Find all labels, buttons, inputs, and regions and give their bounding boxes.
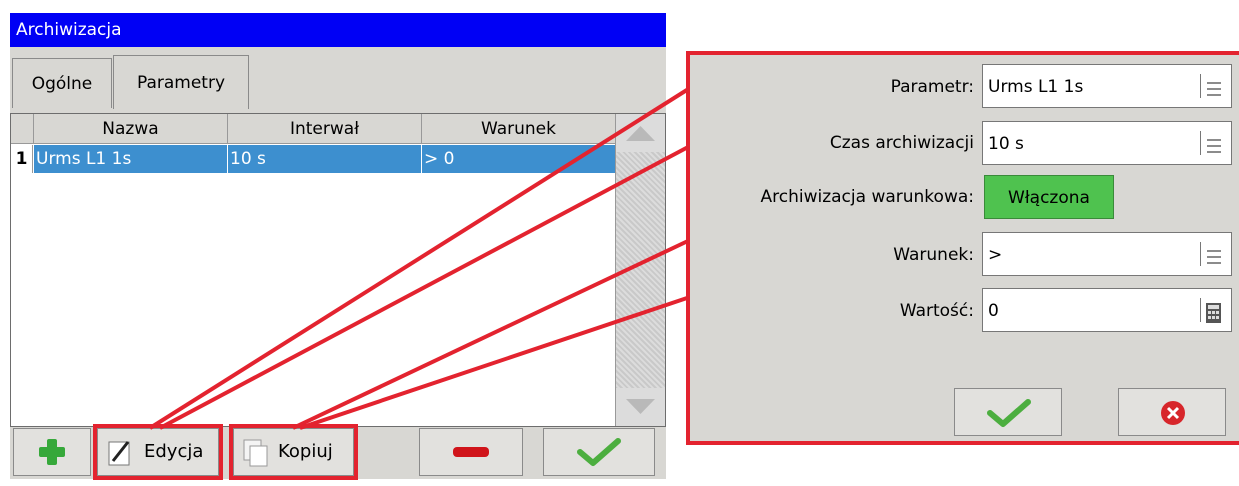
- calculator-icon[interactable]: [1200, 298, 1225, 323]
- cell-nazwa: Urms L1 1s: [34, 145, 228, 173]
- warunek-value: >: [988, 245, 1003, 265]
- vertical-scrollbar[interactable]: [615, 114, 665, 426]
- warunek-label: Warunek:: [893, 245, 974, 265]
- plus-icon: [39, 439, 65, 465]
- copy-icon: [243, 439, 268, 467]
- tab-parameters[interactable]: Parametry: [113, 55, 249, 109]
- czas-value: 10 s: [988, 134, 1024, 154]
- scroll-up-button[interactable]: [616, 114, 665, 152]
- table-row[interactable]: Urms L1 1s 10 s > 0: [34, 145, 615, 173]
- scroll-down-button[interactable]: [616, 388, 665, 426]
- cell-interwal: 10 s: [228, 145, 422, 173]
- warunek-field[interactable]: >: [982, 232, 1232, 276]
- wartosc-field[interactable]: 0: [982, 288, 1232, 332]
- cell-warunek: > 0: [424, 149, 455, 169]
- row-number: 1: [11, 145, 33, 173]
- parametr-field[interactable]: Urms L1 1s: [982, 64, 1232, 108]
- czas-label: Czas archiwizacji: [829, 133, 974, 153]
- table-header: Nazwa Interwał Warunek: [11, 114, 615, 144]
- column-header-nazwa[interactable]: Nazwa: [34, 114, 228, 144]
- dialog-ok-button[interactable]: [954, 388, 1062, 436]
- parametr-label: Parametr:: [890, 77, 974, 97]
- window-title: Archiwizacja: [10, 13, 666, 47]
- parameters-table: Nazwa Interwał Warunek 1 Urms L1 1s 10 s…: [10, 113, 666, 427]
- parameter-dialog: Parametr: Urms L1 1s Czas archiwizacji 1…: [686, 51, 1239, 445]
- column-header-warunek[interactable]: Warunek: [422, 114, 615, 144]
- check-icon: [987, 399, 1031, 427]
- list-icon[interactable]: [1200, 74, 1225, 98]
- list-icon[interactable]: [1200, 242, 1225, 266]
- arrow-up-icon: [626, 126, 655, 141]
- list-icon[interactable]: [1200, 131, 1225, 155]
- minus-icon: [453, 447, 489, 457]
- tab-general[interactable]: Ogólne: [12, 58, 112, 108]
- edit-label: Edycja: [144, 441, 204, 462]
- remove-button[interactable]: [419, 428, 523, 476]
- archive-window: Archiwizacja Ogólne Parametry Nazwa Inte…: [10, 13, 666, 479]
- header-corner: [11, 114, 34, 144]
- wartosc-value: 0: [988, 301, 999, 321]
- check-icon: [577, 438, 621, 466]
- column-header-interwal[interactable]: Interwał: [228, 114, 422, 144]
- copy-button[interactable]: Kopiuj: [229, 424, 358, 480]
- confirm-button[interactable]: [543, 428, 655, 476]
- parametr-value: Urms L1 1s: [988, 77, 1084, 97]
- pencil-icon: [108, 441, 130, 466]
- copy-label: Kopiuj: [278, 441, 333, 462]
- wartosc-label: Wartość:: [899, 301, 974, 321]
- arrow-down-icon: [626, 399, 655, 414]
- czas-field[interactable]: 10 s: [982, 121, 1232, 165]
- edit-button[interactable]: Edycja: [93, 424, 223, 480]
- dialog-cancel-button[interactable]: [1118, 388, 1226, 436]
- cancel-icon: [1161, 401, 1185, 425]
- arch-war-toggle[interactable]: Włączona: [984, 175, 1114, 219]
- add-button[interactable]: [13, 428, 91, 476]
- arch-war-label: Archiwizacja warunkowa:: [760, 187, 975, 207]
